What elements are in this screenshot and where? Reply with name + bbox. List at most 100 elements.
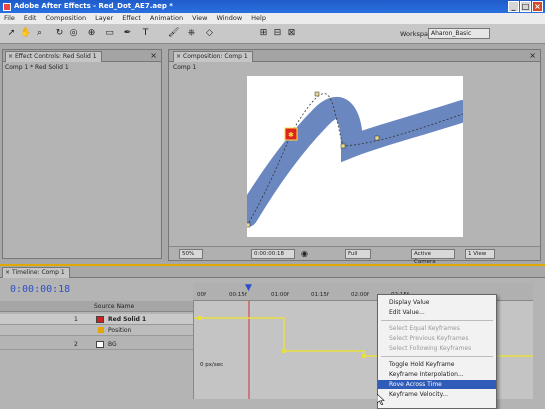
window-controls: _ □ × — [508, 1, 543, 12]
menu-animation[interactable]: Animation — [150, 13, 183, 24]
menu-item-select-previous[interactable]: Select Previous Keyframes — [378, 334, 496, 343]
layer-name: BG — [108, 341, 117, 348]
current-time-display[interactable]: 0:00:00:18 — [10, 284, 70, 295]
close-button[interactable]: × — [532, 1, 543, 12]
menu-item-interpolation[interactable]: Keyframe Interpolation... — [378, 370, 496, 379]
hand-tool-icon[interactable]: ✋ — [20, 28, 31, 39]
view-axis-icon[interactable]: ⊠ — [286, 28, 297, 39]
mouse-cursor-icon — [377, 394, 385, 405]
eraser-tool-icon[interactable]: ◇ — [204, 28, 215, 39]
timecode-display[interactable]: 0:00:00:18 — [251, 249, 295, 259]
tools-panel: ➚ ✋ ⌕ ↻ ◎ ⊕ ▭ ✒ T 🖌 ⎈ ◇ ⊞ ⊟ ⊠ Workspace:… — [0, 24, 545, 44]
graph-keyframe[interactable] — [282, 349, 286, 353]
tab-composition-label: Composition: Comp 1 — [183, 53, 248, 60]
layer-color-swatch — [96, 316, 104, 323]
layer-number: 2 — [74, 341, 78, 348]
menu-layer[interactable]: Layer — [95, 13, 113, 24]
path-stroke — [247, 97, 463, 227]
graph-unit-label: 0 px/sec — [200, 362, 224, 368]
tab-timeline[interactable]: × Timeline: Comp 1 — [2, 267, 70, 278]
svg-text:✱: ✱ — [288, 131, 294, 139]
menu-view[interactable]: View — [192, 13, 207, 24]
brush-tool-icon[interactable]: 🖌 — [168, 28, 179, 39]
world-axis-icon[interactable]: ⊟ — [272, 28, 283, 39]
layer-column-header: Source Name — [0, 301, 193, 312]
path-keyframe[interactable] — [374, 135, 380, 141]
effect-tabbar: × Effect Controls: Red Solid 1 × — [3, 50, 161, 62]
selection-tool-icon[interactable]: ➚ — [6, 28, 17, 39]
property-row[interactable]: Position — [0, 325, 193, 336]
tab-effect-controls[interactable]: × Effect Controls: Red Solid 1 — [5, 51, 102, 62]
workspace-select[interactable]: Aharon_Basic — [428, 28, 490, 39]
composition-panel: × Composition: Comp 1 × Comp 1 ✱ 50% 0:0… — [168, 49, 541, 265]
playhead-icon[interactable]: ▼ — [245, 283, 252, 293]
zoom-select[interactable]: 50% — [179, 249, 203, 259]
tab-close-icon[interactable]: × — [5, 268, 10, 278]
maximize-button[interactable]: □ — [520, 1, 531, 12]
views-select[interactable]: 1 View — [465, 249, 495, 259]
ruler-label: 01:15f — [311, 292, 329, 298]
pan-behind-tool-icon[interactable]: ⊕ — [86, 28, 97, 39]
path-keyframe[interactable] — [314, 91, 320, 97]
minimize-button[interactable]: _ — [508, 1, 519, 12]
zoom-tool-icon[interactable]: ⌕ — [34, 28, 45, 39]
effect-subtitle: Comp 1 * Red Solid 1 — [5, 64, 69, 71]
app-icon — [3, 3, 11, 11]
menu-file[interactable]: File — [4, 13, 15, 24]
path-keyframe[interactable] — [247, 222, 251, 228]
layer-row[interactable]: 2 BG — [0, 339, 193, 350]
graph-keyframe[interactable] — [362, 354, 366, 358]
path-keyframe[interactable] — [340, 143, 346, 149]
menu-effect[interactable]: Effect — [122, 13, 141, 24]
menu-item-velocity[interactable]: Keyframe Velocity... — [378, 390, 496, 399]
tab-close-icon[interactable]: × — [8, 52, 13, 62]
property-name: Position — [108, 327, 132, 334]
text-tool-icon[interactable]: T — [140, 28, 151, 39]
menu-item-display-value[interactable]: Display Value — [378, 298, 496, 307]
panel-menu-icon[interactable]: × — [529, 51, 536, 60]
panel-menu-icon[interactable]: × — [150, 51, 157, 60]
mask-tool-icon[interactable]: ▭ — [104, 28, 115, 39]
source-name-header[interactable]: Source Name — [94, 303, 134, 310]
menu-divider — [381, 320, 493, 321]
tab-composition[interactable]: × Composition: Comp 1 — [173, 51, 253, 62]
layer-row[interactable]: 1 Red Solid 1 — [0, 314, 193, 325]
keyframe-context-menu: Display Value Edit Value... Select Equal… — [377, 294, 497, 409]
camera-snapshot-icon[interactable]: ◉ — [301, 249, 308, 258]
ruler-label: 00f — [197, 292, 206, 298]
camera-select[interactable]: Active Camera — [411, 249, 455, 265]
effect-controls-panel: × Effect Controls: Red Solid 1 × Comp 1 … — [2, 49, 162, 259]
pen-tool-icon[interactable]: ✒ — [122, 28, 133, 39]
window-title: Adobe After Effects - Red_Dot_AE7.aep * — [14, 2, 173, 10]
menu-item-select-equal[interactable]: Select Equal Keyframes — [378, 324, 496, 333]
tab-timeline-label: Timeline: Comp 1 — [12, 269, 65, 276]
menu-item-toggle-hold[interactable]: Toggle Hold Keyframe — [378, 360, 496, 369]
menu-window[interactable]: Window — [217, 13, 243, 24]
title-bar: Adobe After Effects - Red_Dot_AE7.aep * … — [0, 0, 545, 13]
menu-item-rove-across-time[interactable]: Rove Across Time — [378, 380, 496, 389]
comp-subtitle: Comp 1 — [173, 64, 197, 71]
tab-close-icon[interactable]: × — [176, 52, 181, 62]
local-axis-icon[interactable]: ⊞ — [258, 28, 269, 39]
timeline-tabbar: × Timeline: Comp 1 — [0, 266, 545, 278]
rotate-tool-icon[interactable]: ↻ — [54, 28, 65, 39]
menu-item-edit-value[interactable]: Edit Value... — [378, 308, 496, 317]
graph-keyframe[interactable] — [198, 316, 202, 320]
menu-composition[interactable]: Composition — [45, 13, 86, 24]
clone-stamp-tool-icon[interactable]: ⎈ — [186, 28, 197, 39]
menu-edit[interactable]: Edit — [24, 13, 37, 24]
comp-viewer[interactable]: ✱ — [247, 76, 463, 237]
menu-help[interactable]: Help — [251, 13, 266, 24]
menu-item-select-following[interactable]: Select Following Keyframes — [378, 344, 496, 353]
motion-path-graphic: ✱ — [247, 91, 463, 228]
comp-viewer-controls: 50% 0:00:00:18 ◉ Full Active Camera 1 Vi… — [169, 246, 540, 265]
resolution-select[interactable]: Full — [345, 249, 371, 259]
stopwatch-icon[interactable] — [98, 327, 104, 333]
camera-tool-icon[interactable]: ◎ — [68, 28, 79, 39]
layer-name: Red Solid 1 — [108, 316, 147, 323]
ruler-label: 01:00f — [271, 292, 289, 298]
tab-effect-controls-label: Effect Controls: Red Solid 1 — [15, 53, 97, 60]
comp-tabbar: × Composition: Comp 1 × — [169, 50, 540, 62]
layer-number: 1 — [74, 316, 78, 323]
layer-color-swatch — [96, 341, 104, 348]
